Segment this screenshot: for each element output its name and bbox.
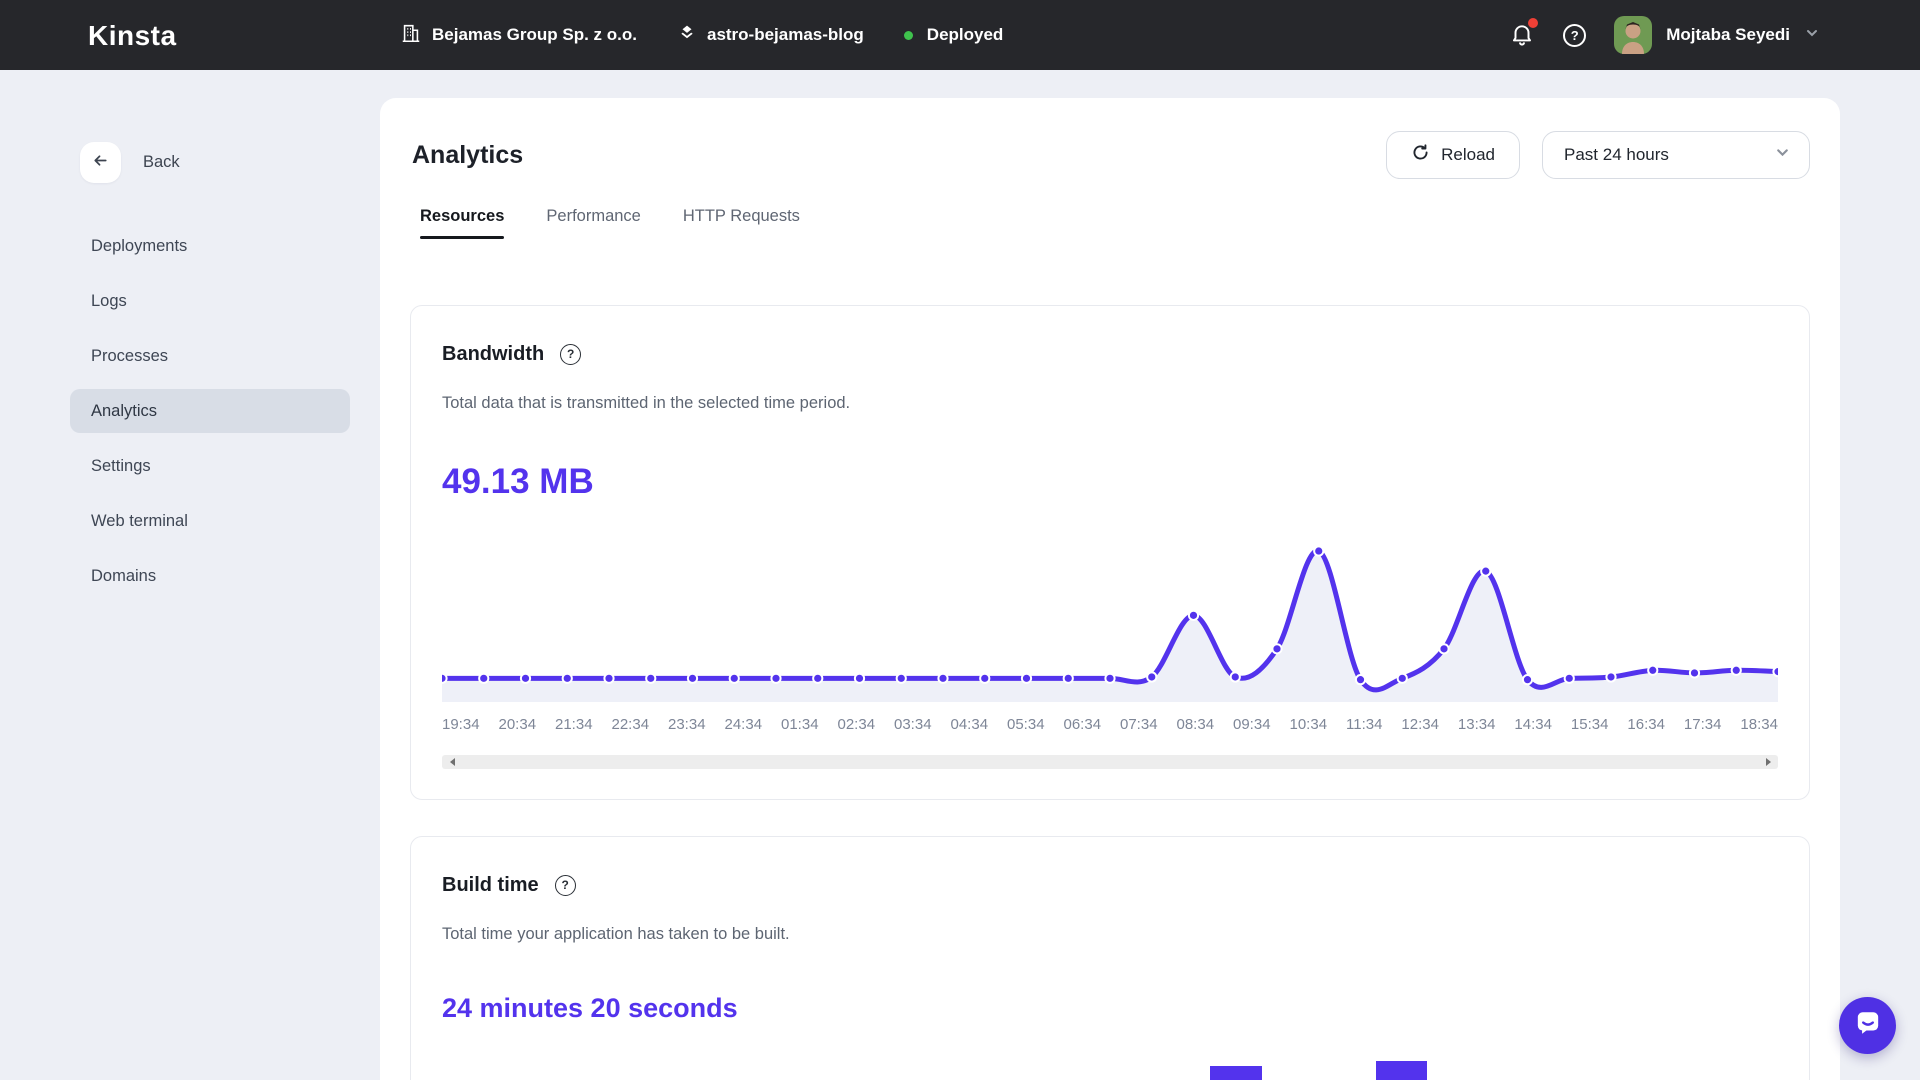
time-range-value: Past 24 hours bbox=[1564, 145, 1669, 165]
sidebar-item-web-terminal[interactable]: Web terminal bbox=[70, 499, 350, 543]
select-chevron-down-icon bbox=[1774, 144, 1791, 166]
sidebar-item-analytics[interactable]: Analytics bbox=[70, 389, 350, 433]
chat-bubble-icon bbox=[1853, 1008, 1883, 1043]
building-icon bbox=[400, 22, 422, 49]
bandwidth-line-chart bbox=[442, 528, 1778, 704]
question-mark-icon: ? bbox=[1571, 28, 1579, 43]
top-bar: Kinsta Bejamas Group Sp. z o.o. astro-be… bbox=[0, 0, 1920, 70]
scroll-left-arrow[interactable] bbox=[444, 755, 460, 769]
main-card: Analytics Reload Past 24 hours Resources… bbox=[380, 98, 1840, 1080]
user-name: Mojtaba Seyedi bbox=[1666, 25, 1790, 45]
build-time-bar bbox=[1376, 1061, 1427, 1080]
build-time-title: Build time bbox=[442, 874, 539, 897]
sidebar-item-processes[interactable]: Processes bbox=[70, 334, 350, 378]
app-name: astro-bejamas-blog bbox=[707, 25, 864, 45]
x-axis-tick: 02:34 bbox=[838, 716, 876, 734]
sidebar-nav: Deployments Logs Processes Analytics Setting… bbox=[70, 224, 350, 598]
x-axis-tick: 20:34 bbox=[499, 716, 537, 734]
notifications-button[interactable] bbox=[1509, 22, 1535, 48]
x-axis-tick: 16:34 bbox=[1627, 716, 1665, 734]
arrow-left-icon bbox=[91, 151, 110, 175]
bandwidth-x-axis: 19:34 20:34 21:34 22:34 23:34 24:34 01:34 02:34… bbox=[442, 716, 1778, 734]
x-axis-tick: 12:34 bbox=[1401, 716, 1439, 734]
x-axis-tick: 06:34 bbox=[1064, 716, 1102, 734]
user-avatar bbox=[1614, 16, 1652, 54]
app-selector[interactable]: astro-bejamas-blog bbox=[677, 23, 864, 48]
bandwidth-title-row: Bandwidth ? bbox=[442, 340, 1778, 368]
x-axis-tick: 19:34 bbox=[442, 716, 480, 734]
x-axis-tick: 09:34 bbox=[1233, 716, 1271, 734]
build-time-total: 24 minutes 20 seconds bbox=[442, 991, 1778, 1025]
x-axis-tick: 23:34 bbox=[668, 716, 706, 734]
bandwidth-total: 49.13 MB bbox=[442, 460, 1778, 504]
bandwidth-description: Total data that is transmitted in the se… bbox=[442, 392, 1778, 414]
reload-label: Reload bbox=[1441, 145, 1495, 165]
build-time-help-icon[interactable]: ? bbox=[555, 875, 576, 896]
x-axis-tick: 21:34 bbox=[555, 716, 593, 734]
reload-button[interactable]: Reload bbox=[1386, 131, 1520, 179]
tab-resources[interactable]: Resources bbox=[420, 207, 504, 239]
kinsta-logo: Kinsta bbox=[88, 20, 177, 52]
help-button[interactable]: ? bbox=[1563, 24, 1586, 47]
page-title: Analytics bbox=[412, 141, 523, 170]
build-time-bar bbox=[1210, 1066, 1262, 1080]
sidebar-item-deployments[interactable]: Deployments bbox=[70, 224, 350, 268]
x-axis-tick: 17:34 bbox=[1684, 716, 1722, 734]
x-axis-tick: 07:34 bbox=[1120, 716, 1158, 734]
time-range-select[interactable]: Past 24 hours bbox=[1542, 131, 1810, 179]
x-axis-tick: 11:34 bbox=[1346, 716, 1382, 734]
company-name: Bejamas Group Sp. z o.o. bbox=[432, 25, 637, 45]
sidebar-item-domains[interactable]: Domains bbox=[70, 554, 350, 598]
back-row: Back bbox=[80, 142, 180, 183]
deployed-status-dot bbox=[904, 31, 913, 40]
build-time-description: Total time your application has taken to… bbox=[442, 923, 1778, 945]
build-time-title-row: Build time ? bbox=[442, 871, 1778, 899]
x-axis-tick: 04:34 bbox=[951, 716, 989, 734]
x-axis-tick: 05:34 bbox=[1007, 716, 1045, 734]
header-actions: Reload Past 24 hours bbox=[1386, 131, 1810, 179]
context-switcher: Bejamas Group Sp. z o.o. astro-bejamas-b… bbox=[400, 0, 1003, 70]
bandwidth-title: Bandwidth bbox=[442, 343, 544, 366]
back-button[interactable] bbox=[80, 142, 121, 183]
top-right-actions: ? Mojtaba Seyedi bbox=[1509, 0, 1820, 70]
bell-icon bbox=[1509, 35, 1535, 52]
chevron-down-icon bbox=[1804, 25, 1820, 46]
x-axis-tick: 01:34 bbox=[781, 716, 819, 734]
back-label: Back bbox=[143, 153, 180, 172]
notification-badge bbox=[1528, 18, 1538, 28]
x-axis-tick: 13:34 bbox=[1458, 716, 1496, 734]
analytics-tabs: Resources Performance HTTP Requests bbox=[410, 207, 1810, 239]
company-selector[interactable]: Bejamas Group Sp. z o.o. bbox=[400, 22, 637, 49]
user-menu[interactable]: Mojtaba Seyedi bbox=[1614, 16, 1820, 54]
x-axis-tick: 08:34 bbox=[1177, 716, 1215, 734]
deployed-status-label: Deployed bbox=[927, 25, 1004, 45]
tab-http-requests[interactable]: HTTP Requests bbox=[683, 207, 800, 239]
x-axis-tick: 10:34 bbox=[1290, 716, 1328, 734]
x-axis-tick: 14:34 bbox=[1514, 716, 1552, 734]
x-axis-tick: 15:34 bbox=[1571, 716, 1609, 734]
x-axis-tick: 24:34 bbox=[725, 716, 763, 734]
bandwidth-panel: Bandwidth ? Total data that is transmitt… bbox=[410, 305, 1810, 800]
reload-icon bbox=[1411, 143, 1430, 167]
x-axis-tick: 03:34 bbox=[894, 716, 932, 734]
build-time-panel: Build time ? Total time your application… bbox=[410, 836, 1810, 1080]
sidebar-item-settings[interactable]: Settings bbox=[70, 444, 350, 488]
sidebar-item-logs[interactable]: Logs bbox=[70, 279, 350, 323]
app-stack-icon bbox=[677, 23, 697, 48]
scroll-right-arrow[interactable] bbox=[1760, 755, 1776, 769]
page-header: Analytics Reload Past 24 hours bbox=[410, 131, 1810, 179]
chat-launcher-button[interactable] bbox=[1839, 997, 1896, 1054]
deploy-status: Deployed bbox=[904, 25, 1004, 45]
tab-performance[interactable]: Performance bbox=[546, 207, 640, 239]
x-axis-tick: 18:34 bbox=[1740, 716, 1778, 734]
x-axis-tick: 22:34 bbox=[612, 716, 650, 734]
bandwidth-help-icon[interactable]: ? bbox=[560, 344, 581, 365]
chart-scrollbar[interactable] bbox=[442, 755, 1778, 769]
build-time-bar-chart bbox=[442, 1037, 1778, 1080]
